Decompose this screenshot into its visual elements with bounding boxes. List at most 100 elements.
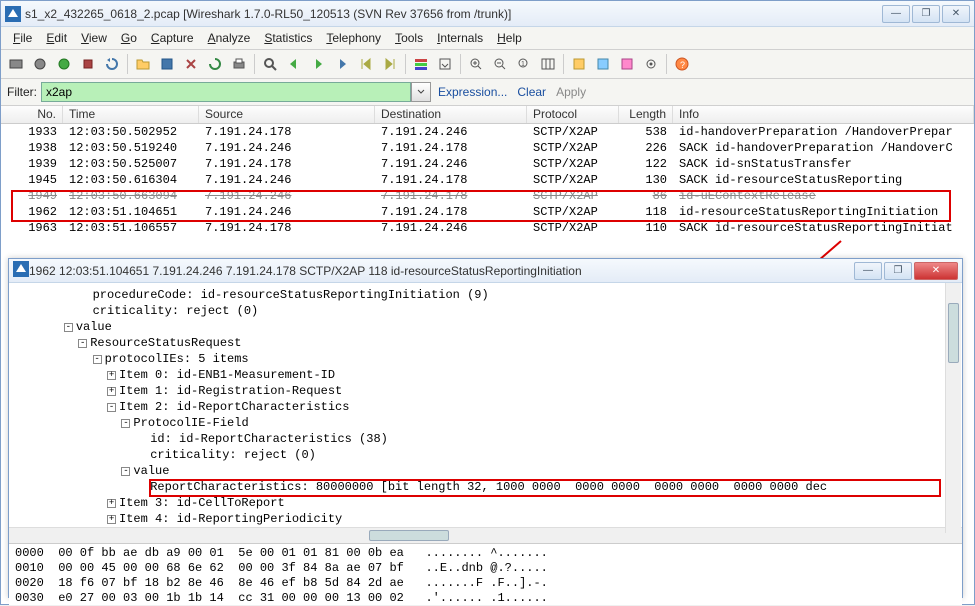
tree-line[interactable]: -ProtocolIE-Field (35, 415, 962, 431)
capture-interfaces-icon[interactable] (5, 53, 27, 75)
svg-text:?: ? (680, 60, 685, 70)
coloring-rules-icon[interactable] (616, 53, 638, 75)
print-icon[interactable] (228, 53, 250, 75)
zoom-in-icon[interactable] (465, 53, 487, 75)
go-back-icon[interactable] (283, 53, 305, 75)
menu-internals[interactable]: Internals (431, 29, 489, 47)
tree-line[interactable]: -value (35, 319, 962, 335)
column-destination[interactable]: Destination (375, 106, 527, 123)
zoom-out-icon[interactable] (489, 53, 511, 75)
tree-line[interactable]: procedureCode: id-resourceStatusReportin… (35, 287, 962, 303)
tree-line[interactable]: id: id-ReportCharacteristics (38) (35, 431, 962, 447)
filter-expression-link[interactable]: Expression... (435, 85, 510, 99)
packet-row[interactable]: 194512:03:50.6163047.191.24.2467.191.24.… (1, 172, 974, 188)
column-headers: No. Time Source Destination Protocol Len… (1, 106, 974, 124)
menu-capture[interactable]: Capture (145, 29, 200, 47)
tree-line[interactable]: +Item 4: id-ReportingPeriodicity (35, 511, 962, 527)
toolbar: 1 ? (1, 50, 974, 79)
app-icon (5, 6, 21, 22)
packet-row[interactable]: 194912:03:50.6630947.191.24.2467.191.24.… (1, 188, 974, 204)
filter-dropdown-button[interactable] (411, 82, 431, 102)
column-protocol[interactable]: Protocol (527, 106, 619, 123)
resize-columns-icon[interactable] (537, 53, 559, 75)
go-to-packet-icon[interactable] (331, 53, 353, 75)
column-time[interactable]: Time (63, 106, 199, 123)
colorize-icon[interactable] (410, 53, 432, 75)
tree-line[interactable]: +Item 3: id-CellToReport (35, 495, 962, 511)
packet-rows: 193312:03:50.5029527.191.24.1787.191.24.… (1, 124, 974, 236)
menu-telephony[interactable]: Telephony (320, 29, 387, 47)
packet-row[interactable]: 196212:03:51.1046517.191.24.2467.191.24.… (1, 204, 974, 220)
capture-options-icon[interactable] (29, 53, 51, 75)
packet-list[interactable]: No. Time Source Destination Protocol Len… (1, 106, 974, 250)
menu-go[interactable]: Go (115, 29, 143, 47)
packet-row[interactable]: 193912:03:50.5250077.191.24.1787.191.24.… (1, 156, 974, 172)
auto-scroll-icon[interactable] (434, 53, 456, 75)
menu-statistics[interactable]: Statistics (258, 29, 318, 47)
help-icon[interactable]: ? (671, 53, 693, 75)
detail-window: 1962 12:03:51.104651 7.191.24.246 7.191.… (8, 258, 963, 598)
last-packet-icon[interactable] (379, 53, 401, 75)
column-source[interactable]: Source (199, 106, 375, 123)
menubar: FileEditViewGoCaptureAnalyzeStatisticsTe… (1, 27, 974, 50)
window-title: s1_x2_432265_0618_2.pcap [Wireshark 1.7.… (25, 7, 882, 21)
detail-minimize-button[interactable]: — (854, 262, 882, 280)
column-length[interactable]: Length (619, 106, 673, 123)
tree-line[interactable]: -protocolIEs: 5 items (35, 351, 962, 367)
display-filters-icon[interactable] (592, 53, 614, 75)
packet-row[interactable]: 193812:03:50.5192407.191.24.2467.191.24.… (1, 140, 974, 156)
tree-line[interactable]: -ResourceStatusRequest (35, 335, 962, 351)
tree-vscroll-thumb[interactable] (948, 303, 959, 363)
start-capture-icon[interactable] (53, 53, 75, 75)
tree-line[interactable]: -value (35, 463, 962, 479)
close-button[interactable]: ✕ (942, 5, 970, 23)
open-file-icon[interactable] (132, 53, 154, 75)
menu-analyze[interactable]: Analyze (202, 29, 257, 47)
reload-icon[interactable] (204, 53, 226, 75)
packet-row[interactable]: 193312:03:50.5029527.191.24.1787.191.24.… (1, 124, 974, 140)
filter-apply-link[interactable]: Apply (553, 85, 589, 99)
svg-text:1: 1 (521, 61, 525, 68)
tree-line[interactable]: criticality: reject (0) (35, 447, 962, 463)
menu-view[interactable]: View (75, 29, 113, 47)
tree-line[interactable]: -Item 2: id-ReportCharacteristics (35, 399, 962, 415)
detail-titlebar: 1962 12:03:51.104651 7.191.24.246 7.191.… (9, 259, 962, 283)
preferences-icon[interactable] (640, 53, 662, 75)
restart-capture-icon[interactable] (101, 53, 123, 75)
window-buttons: — ❐ ✕ (882, 5, 970, 23)
tree-hscroll-thumb[interactable] (369, 530, 449, 541)
column-no[interactable]: No. (1, 106, 63, 123)
detail-maximize-button[interactable]: ❐ (884, 262, 912, 280)
tree-line[interactable]: criticality: reject (0) (35, 303, 962, 319)
tree-line[interactable]: ReportCharacteristics: 80000000 [bit len… (35, 479, 962, 495)
save-file-icon[interactable] (156, 53, 178, 75)
packet-row[interactable]: 196312:03:51.1065577.191.24.1787.191.24.… (1, 220, 974, 236)
close-file-icon[interactable] (180, 53, 202, 75)
tree-vscrollbar[interactable] (945, 283, 961, 533)
capture-filters-icon[interactable] (568, 53, 590, 75)
filter-input[interactable] (41, 82, 411, 102)
stop-capture-icon[interactable] (77, 53, 99, 75)
tree-line[interactable]: +Item 1: id-Registration-Request (35, 383, 962, 399)
detail-close-button[interactable]: ✕ (914, 262, 958, 280)
menu-file[interactable]: File (7, 29, 38, 47)
hex-view[interactable]: 0000 00 0f bb ae db a9 00 01 5e 00 01 01… (9, 543, 962, 605)
filter-box (41, 82, 431, 102)
first-packet-icon[interactable] (355, 53, 377, 75)
chevron-down-icon (417, 88, 425, 96)
column-info[interactable]: Info (673, 106, 974, 123)
find-icon[interactable] (259, 53, 281, 75)
protocol-tree[interactable]: procedureCode: id-resourceStatusReportin… (9, 283, 962, 527)
tree-hscrollbar[interactable] (9, 527, 962, 543)
go-forward-icon[interactable] (307, 53, 329, 75)
menu-edit[interactable]: Edit (40, 29, 73, 47)
minimize-button[interactable]: — (882, 5, 910, 23)
zoom-reset-icon[interactable]: 1 (513, 53, 535, 75)
detail-window-buttons: — ❐ ✕ (854, 262, 958, 280)
menu-help[interactable]: Help (491, 29, 528, 47)
detail-title: 1962 12:03:51.104651 7.191.24.246 7.191.… (29, 264, 854, 278)
filter-clear-link[interactable]: Clear (514, 85, 549, 99)
menu-tools[interactable]: Tools (389, 29, 429, 47)
maximize-button[interactable]: ❐ (912, 5, 940, 23)
tree-line[interactable]: +Item 0: id-ENB1-Measurement-ID (35, 367, 962, 383)
